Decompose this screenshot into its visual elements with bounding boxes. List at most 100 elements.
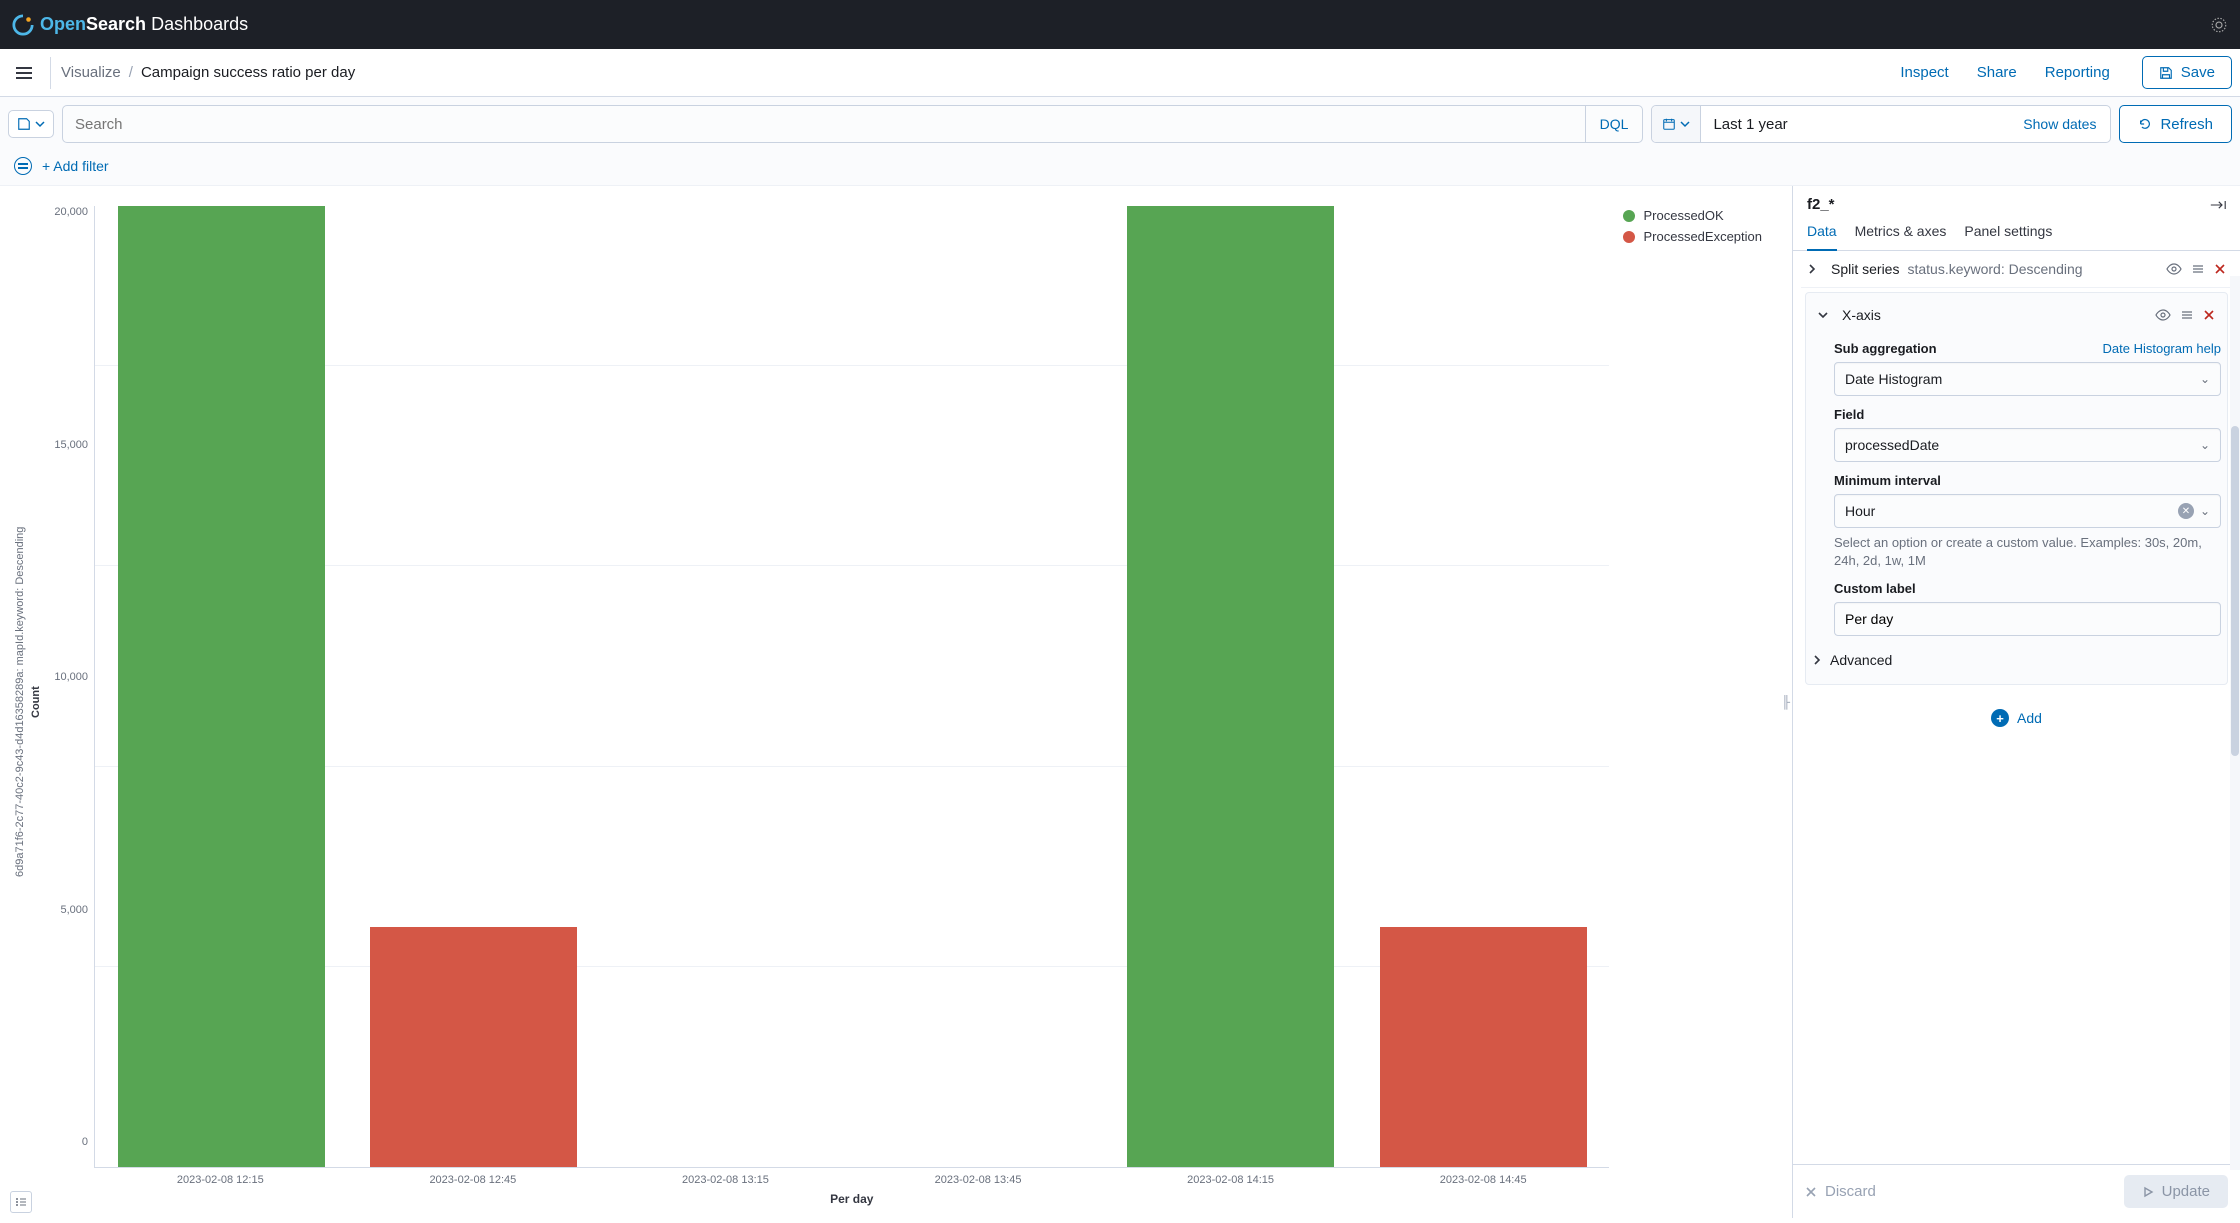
remove-bucket-icon[interactable] (2214, 263, 2226, 275)
panel-collapse-icon[interactable] (2210, 199, 2226, 211)
secondary-bar: Visualize / Campaign success ratio per d… (0, 49, 2240, 97)
bucket-title: X-axis (1842, 307, 1881, 323)
brand[interactable]: OpenSearch Dashboards (12, 14, 248, 36)
panel-header: f2_* (1793, 186, 2240, 213)
chevron-down-icon: ⌄ (2200, 438, 2210, 452)
yaxis-secondary-label: 6d9a71f6-2c77-40c2-9c43-d4d16358289a: ma… (12, 198, 28, 1206)
date-picker: Last 1 year Show dates (1651, 105, 2111, 143)
chevron-down-icon: ⌄ (2200, 372, 2210, 386)
chart-bar[interactable] (1127, 206, 1334, 1167)
filter-bar: + Add filter (0, 151, 2240, 186)
panel-scrollbar[interactable] (2230, 276, 2240, 1170)
query-bar: DQL Last 1 year Show dates Refresh (0, 97, 2240, 151)
toggle-visibility-icon[interactable] (2166, 263, 2182, 275)
clear-interval-icon[interactable]: ✕ (2178, 503, 2194, 519)
opensearch-logo-icon (12, 14, 34, 36)
drag-handle-icon[interactable] (2181, 309, 2193, 321)
custom-label-input[interactable] (1834, 602, 2221, 636)
show-dates-button[interactable]: Show dates (2009, 106, 2110, 142)
reporting-link[interactable]: Reporting (2045, 64, 2110, 81)
chart-bar[interactable] (1380, 927, 1587, 1167)
xaxis-ticks: 2023-02-08 12:15 2023-02-08 12:45 2023-0… (94, 1168, 1609, 1186)
date-histogram-help-link[interactable]: Date Histogram help (2103, 341, 2222, 356)
yaxis-ticks: 20,000 15,000 10,000 5,000 0 (44, 198, 94, 1168)
legend-item-exception[interactable]: ProcessedException (1623, 229, 1762, 244)
update-button[interactable]: Update (2124, 1175, 2228, 1208)
hamburger-icon (16, 64, 32, 82)
panel-footer: Discard Update (1793, 1164, 2240, 1218)
bucket-title: Split series (1831, 261, 1899, 277)
breadcrumb-separator: / (129, 64, 133, 81)
plus-circle-icon: + (1991, 709, 2009, 727)
chart-plot[interactable] (94, 206, 1609, 1168)
legend-toggle-button[interactable] (10, 1191, 32, 1213)
top-header: OpenSearch Dashboards (0, 0, 2240, 49)
date-quick-menu-button[interactable] (1652, 106, 1701, 142)
chart-body: 20,000 15,000 10,000 5,000 0 2023-02-08 … (44, 198, 1609, 1206)
xaxis-label: Per day (94, 1192, 1609, 1206)
legend-item-ok[interactable]: ProcessedOK (1623, 208, 1762, 223)
refresh-icon (2138, 117, 2152, 131)
chevron-right-icon (1812, 655, 1822, 665)
search-wrapper: DQL (62, 105, 1643, 143)
tab-metrics-axes[interactable]: Metrics & axes (1855, 223, 1947, 250)
save-button[interactable]: Save (2142, 56, 2232, 89)
add-filter-button[interactable]: + Add filter (42, 158, 109, 174)
remove-bucket-icon[interactable] (2203, 309, 2215, 321)
viz-area: 6d9a71f6-2c77-40c2-9c43-d4d16358289a: ma… (0, 186, 1780, 1218)
add-bucket-row: + Add (1801, 695, 2232, 737)
chart-container: 6d9a71f6-2c77-40c2-9c43-d4d16358289a: ma… (12, 198, 1609, 1206)
yaxis-label: Count (28, 198, 44, 1206)
saved-query-button[interactable] (8, 110, 54, 138)
tab-panel-settings[interactable]: Panel settings (1964, 223, 2052, 250)
filter-options-icon[interactable] (14, 157, 32, 175)
chevron-down-icon: ⌄ (2200, 504, 2210, 518)
field-label: Field (1834, 407, 1864, 422)
sub-aggregation-label: Sub aggregation (1834, 341, 1937, 356)
index-pattern-label[interactable]: f2_* (1807, 196, 1835, 213)
share-link[interactable]: Share (1977, 64, 2017, 81)
discard-button[interactable]: Discard (1805, 1183, 1876, 1200)
chevron-right-icon (1807, 264, 1823, 274)
field-select[interactable]: processedDate ⌄ (1834, 428, 2221, 462)
chart-legend: ProcessedOK ProcessedException (1609, 198, 1780, 1206)
breadcrumb: Visualize / Campaign success ratio per d… (61, 64, 355, 81)
query-language-button[interactable]: DQL (1585, 106, 1643, 142)
main-split: 6d9a71f6-2c77-40c2-9c43-d4d16358289a: ma… (0, 186, 2240, 1218)
chevron-down-icon (1818, 310, 1834, 320)
chevron-down-icon (35, 119, 45, 129)
drag-handle-icon[interactable] (2192, 263, 2204, 275)
play-icon (2142, 1186, 2154, 1198)
min-interval-select[interactable]: Hour ✕ ⌄ (1834, 494, 2221, 528)
close-icon (1805, 1186, 1817, 1198)
calendar-icon (1662, 117, 1676, 131)
inspect-link[interactable]: Inspect (1900, 64, 1948, 81)
side-panel: f2_* Data Metrics & axes Panel settings … (1792, 186, 2240, 1218)
chevron-down-icon (1680, 119, 1690, 129)
search-input[interactable] (63, 106, 1585, 142)
save-icon (2159, 66, 2173, 80)
bucket-xaxis-header[interactable]: X-axis (1812, 299, 2221, 331)
bucket-split-series[interactable]: Split series status.keyword: Descending (1801, 251, 2232, 288)
toggle-visibility-icon[interactable] (2155, 309, 2171, 321)
breadcrumb-current: Campaign success ratio per day (141, 64, 355, 81)
refresh-button[interactable]: Refresh (2119, 105, 2232, 143)
advanced-toggle[interactable]: Advanced (1812, 640, 2221, 672)
disk-icon (17, 117, 31, 131)
date-range-text[interactable]: Last 1 year (1701, 106, 2009, 142)
tab-data[interactable]: Data (1807, 223, 1837, 251)
menu-toggle-button[interactable] (8, 57, 40, 89)
secondary-actions: Inspect Share Reporting Save (1900, 56, 2232, 89)
scrollbar-thumb[interactable] (2231, 426, 2239, 756)
brand-text: OpenSearch Dashboards (40, 14, 248, 35)
help-icon[interactable] (2210, 16, 2228, 34)
breadcrumb-root[interactable]: Visualize (61, 64, 121, 81)
add-bucket-button[interactable]: + Add (1991, 709, 2042, 727)
chart-bar[interactable] (118, 206, 325, 1167)
chart-bar[interactable] (370, 927, 577, 1167)
panel-resizer[interactable]: ╟ (1780, 186, 1792, 1218)
bucket-subtitle: status.keyword: Descending (1907, 261, 2082, 277)
panel-scroll[interactable]: Split series status.keyword: Descending … (1793, 251, 2240, 1164)
legend-dot-icon (1623, 231, 1635, 243)
sub-aggregation-select[interactable]: Date Histogram ⌄ (1834, 362, 2221, 396)
